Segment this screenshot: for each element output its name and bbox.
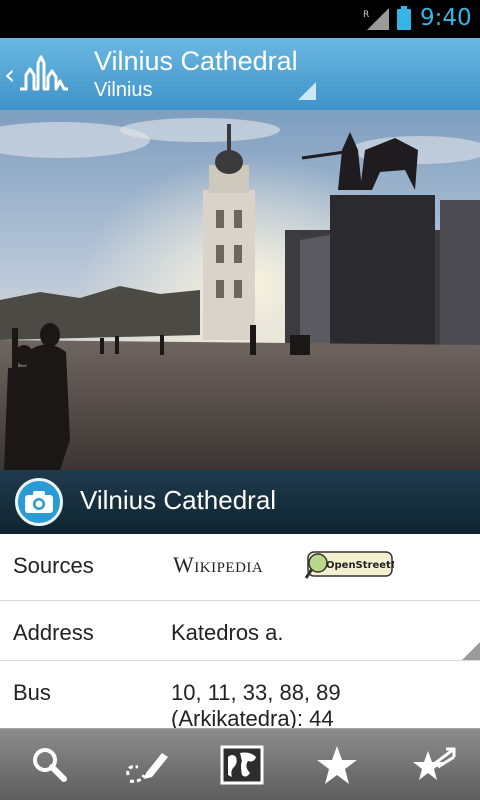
row-value: 10, 11, 33, 88, 89 (Arkikatedra): 44 [171, 680, 341, 728]
details-row-sources: Sources Wikipedia OpenStreetMap [0, 534, 480, 601]
details-row-address[interactable]: Address Katedros a. [0, 601, 480, 661]
details-row-bus: Bus 10, 11, 33, 88, 89 (Arkikatedra): 44 [0, 661, 480, 728]
dropdown-indicator-icon[interactable] [298, 82, 316, 100]
toolbar-map-button[interactable] [192, 729, 288, 800]
search-icon [33, 748, 67, 782]
osm-logo-text: OpenStreetMap [326, 560, 394, 571]
toolbar-featured-button[interactable] [384, 729, 480, 800]
map-icon [220, 745, 264, 785]
page-title: Vilnius Cathedral [94, 46, 298, 76]
row-key: Sources [13, 553, 94, 578]
camera-button[interactable] [15, 478, 63, 526]
wikipedia-logo[interactable]: Wikipedia [173, 552, 263, 578]
toolbar-favorites-button[interactable] [288, 729, 384, 800]
signal-icon: R [363, 8, 389, 30]
city-skyline-logo-icon[interactable] [18, 53, 70, 95]
row-key: Bus [13, 680, 51, 705]
edit-route-icon [126, 753, 168, 783]
status-bar: R 9:40 [0, 0, 480, 38]
star-icon [317, 746, 357, 784]
place-photo[interactable] [0, 110, 480, 470]
row-key: Address [13, 620, 94, 645]
page-subtitle[interactable]: Vilnius [94, 79, 153, 102]
row-value: Katedros a. [171, 620, 284, 645]
camera-icon [25, 491, 53, 513]
bottom-toolbar [0, 728, 480, 800]
cathedral-photo-image [0, 110, 480, 470]
battery-icon [397, 6, 411, 30]
photo-caption-bar: Vilnius Cathedral [0, 470, 480, 534]
action-bar: ‹ Vilnius Cathedral Vilnius [0, 38, 480, 110]
chevron-left-icon[interactable]: ‹ [4, 58, 15, 91]
star-arrow-icon [413, 747, 456, 780]
status-time: 9:40 [420, 5, 472, 31]
roaming-indicator: R [363, 10, 369, 20]
toolbar-edit-button[interactable] [96, 729, 192, 800]
expand-indicator-icon[interactable] [462, 642, 480, 660]
photo-caption: Vilnius Cathedral [80, 485, 277, 515]
openstreetmap-logo[interactable]: OpenStreetMap [304, 546, 394, 582]
toolbar-search-button[interactable] [0, 729, 96, 800]
